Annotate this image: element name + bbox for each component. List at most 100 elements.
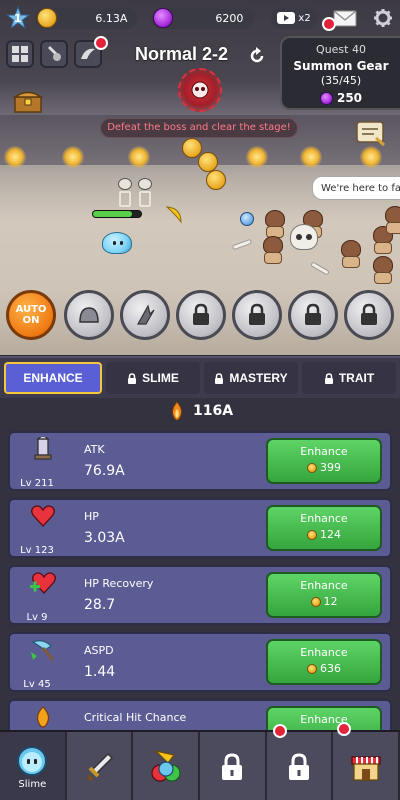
sword-icon — [86, 752, 114, 782]
stage-title: Normal 2-2 — [135, 44, 229, 64]
tab-label: TRAIT — [338, 371, 375, 385]
gear-craft-button[interactable] — [40, 40, 68, 68]
upgrade-tabs: ENHANCE SLIME MASTERY TRAIT — [0, 356, 400, 398]
shop-notification-dot — [337, 722, 352, 736]
skill-slot-2[interactable] — [120, 290, 170, 340]
enhance-cost: 636 — [268, 662, 380, 675]
enhance-cost: 399 — [268, 461, 380, 474]
caveman-enemy — [338, 240, 364, 270]
claw-skill-icon — [136, 304, 155, 325]
gold-amount: 6.13A — [95, 11, 128, 25]
skill-slot-locked[interactable] — [176, 290, 226, 340]
enhance-cost: 12 — [268, 595, 380, 608]
grid-icon — [12, 46, 28, 62]
video-boost-button[interactable]: x2 — [271, 7, 319, 29]
tab-slime[interactable]: SLIME — [106, 362, 200, 394]
skeleton-enemy — [116, 178, 134, 208]
nav-equipment[interactable] — [66, 732, 134, 800]
stat-name: ATK — [84, 443, 105, 456]
tab-mastery[interactable]: MASTERY — [204, 362, 298, 394]
nav-locked-1[interactable] — [200, 732, 267, 800]
wing-icon — [81, 48, 95, 59]
skill-slot-locked[interactable] — [232, 290, 282, 340]
stat-row-atk: Lv 211 ATK 76.9A Enhance 399 — [8, 431, 392, 491]
treasure-chest-button[interactable] — [12, 88, 44, 114]
gold-coin-icon — [307, 663, 317, 674]
lock-icon — [215, 372, 224, 384]
slime-player — [102, 232, 132, 254]
skill-slot-locked[interactable] — [288, 290, 338, 340]
heart-plus-icon — [30, 572, 56, 594]
stat-icon-box — [18, 705, 68, 730]
stat-name: Critical Hit Chance — [84, 711, 187, 724]
player-level: 1 — [13, 11, 22, 25]
gem-icon — [153, 8, 174, 28]
lock-icon — [193, 303, 209, 325]
enhance-cost-value: 399 — [320, 461, 341, 474]
gem-icon — [319, 91, 333, 105]
gold-drop — [206, 170, 226, 190]
gold-coin-icon — [310, 596, 321, 607]
nav-shop[interactable] — [333, 722, 400, 800]
retry-stage-button[interactable] — [248, 47, 266, 69]
settings-button[interactable] — [372, 7, 394, 29]
stat-name: HP — [84, 510, 99, 523]
mail-button[interactable] — [322, 7, 358, 31]
skeleton-enemy — [136, 178, 154, 208]
wall-lamp — [4, 146, 26, 168]
tab-label: ENHANCE — [23, 371, 83, 385]
enhance-label: Enhance — [300, 445, 348, 458]
stat-row-hp-recovery: Lv 9 HP Recovery 28.7 Enhance 12 — [8, 565, 392, 625]
video-count: x2 — [298, 12, 311, 24]
enhance-cost-value: 12 — [323, 595, 338, 608]
enhance-hp-recovery-button[interactable]: Enhance 12 — [266, 572, 382, 618]
wall-lamp — [62, 146, 84, 168]
quest-reward-amount: 250 — [336, 91, 363, 105]
quest-progress: (35/45) — [320, 74, 362, 87]
skill-slot-locked[interactable] — [344, 290, 394, 340]
boomerang-projectile — [165, 206, 182, 224]
tab-trait[interactable]: TRAIT — [302, 362, 396, 394]
nav-slime[interactable]: Slime — [0, 732, 67, 800]
gem-counter: 6200 — [151, 7, 254, 29]
auto-skill-toggle[interactable]: AUTO ON — [6, 290, 56, 340]
enhance-hp-button[interactable]: Enhance 124 — [266, 505, 382, 551]
top-hud: 1 6.13A 6200 x2 — [0, 0, 400, 36]
quest-reward: 250 — [282, 91, 400, 105]
bone-drop — [231, 238, 253, 251]
tab-enhance[interactable]: ENHANCE — [4, 362, 102, 394]
lock-icon — [289, 753, 310, 780]
lock-icon — [128, 372, 137, 384]
gold-coin-icon — [307, 462, 317, 473]
nav-notification-dot — [272, 724, 287, 738]
stat-level: Lv 9 — [26, 612, 48, 623]
stat-value: 28.7 — [84, 597, 116, 613]
gear-icon — [374, 9, 393, 27]
nav-locked-2[interactable] — [266, 724, 334, 800]
slime-helmet-icon — [79, 307, 99, 323]
equipment-button[interactable] — [6, 40, 34, 68]
summon-scroll-button[interactable] — [354, 118, 388, 148]
boss-challenge-button[interactable] — [178, 68, 222, 112]
nav-summon[interactable] — [133, 732, 201, 800]
skill-slot-1[interactable] — [64, 290, 114, 340]
enhance-aspd-button[interactable]: Enhance 636 — [266, 639, 382, 685]
refresh-icon — [250, 47, 264, 63]
stat-row-hp: Lv 123 HP 3.03A Enhance 124 — [8, 498, 392, 558]
caveman-enemy — [382, 206, 400, 236]
quest-panel[interactable]: Quest 40 Summon Gear (35/45) 250 — [280, 36, 400, 110]
projectile-orb — [240, 212, 254, 226]
enhance-atk-button[interactable]: Enhance 399 — [266, 438, 382, 484]
stat-value: 1.44 — [84, 664, 116, 680]
skill-bar: AUTO ON — [0, 290, 400, 350]
player-level-badge[interactable]: 1 — [6, 6, 30, 30]
lock-icon — [324, 372, 333, 384]
power-flame-icon — [171, 401, 182, 421]
lock-icon — [361, 303, 377, 325]
enhance-cost-value: 124 — [320, 528, 341, 541]
scroll-icon — [356, 121, 385, 147]
skull-enemy — [290, 224, 318, 250]
stat-level: Lv 45 — [23, 679, 51, 690]
auto-state: ON — [22, 315, 40, 326]
pet-button[interactable] — [74, 36, 108, 68]
